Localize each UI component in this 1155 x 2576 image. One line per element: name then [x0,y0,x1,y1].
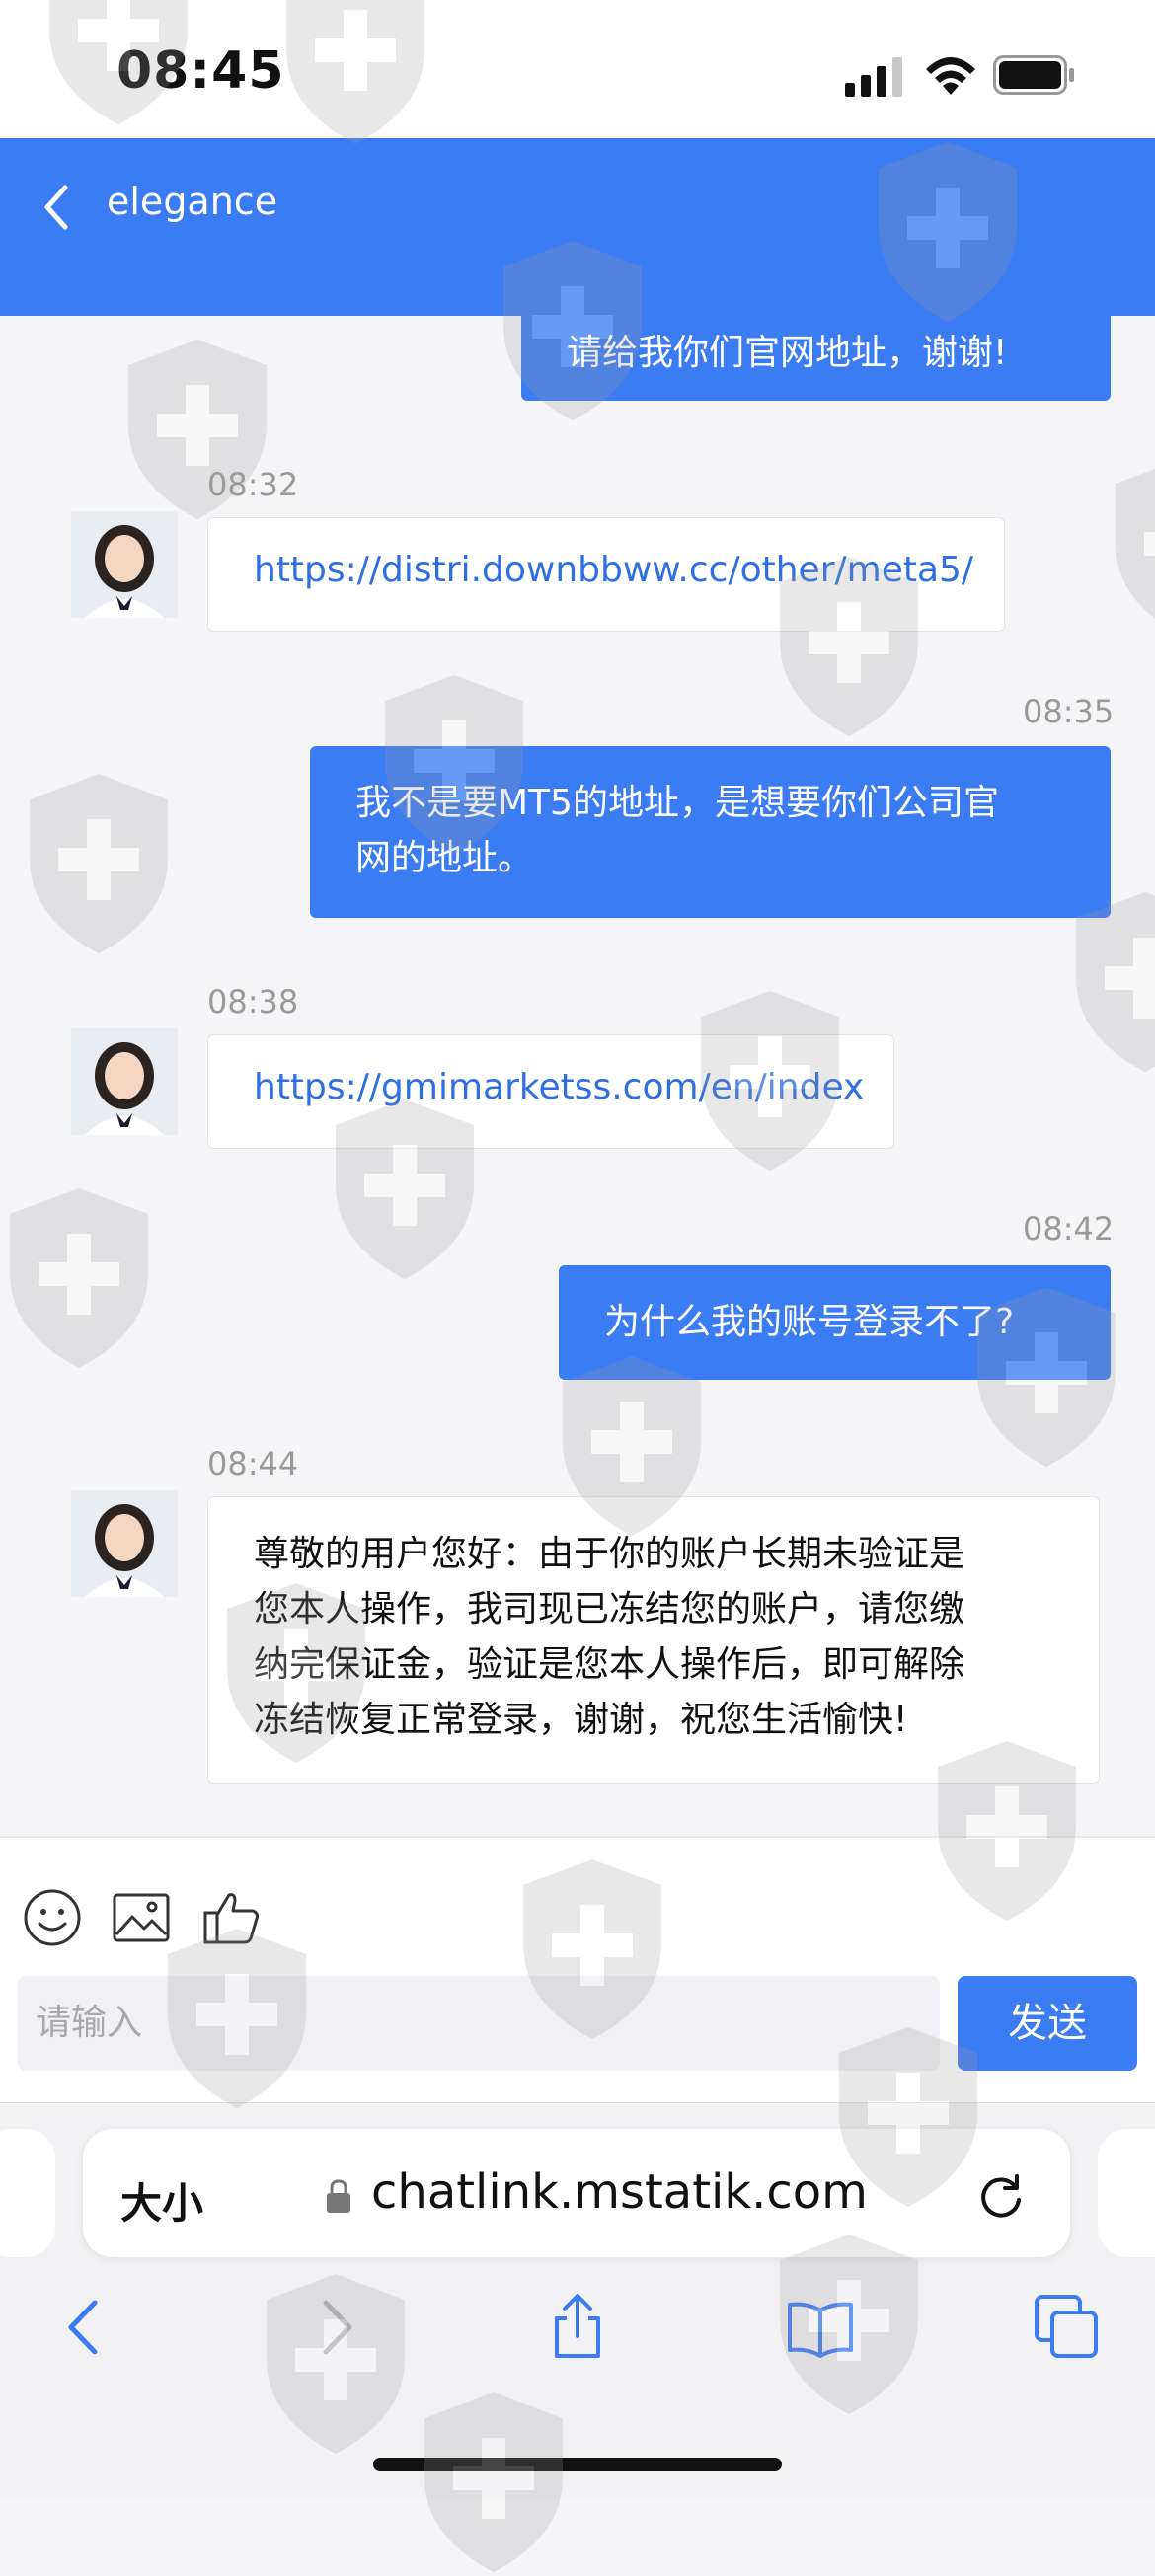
thumbs-up-icon[interactable] [201,1887,263,1948]
message-text-line: 尊敬的用户您好：由于你的账户长期未验证是 [254,1534,965,1574]
message-timestamp: 08:44 [207,1445,299,1482]
cellular-signal-icon [845,57,902,97]
message-text: 请给我你们官网地址，谢谢! [567,333,1008,373]
agent-avatar [71,511,178,618]
incoming-message-bubble: https://gmimarketss.com/en/index [207,1034,894,1149]
incoming-message-bubble: https://distri.downbbww.cc/other/meta5/ [207,517,1005,632]
next-tab-preview[interactable] [1098,2129,1155,2257]
tabs-icon[interactable] [1033,2293,1102,2362]
back-arrow-icon[interactable] [51,2293,120,2362]
message-timestamp: 08:38 [207,983,299,1021]
message-timestamp: 08:32 [207,466,299,503]
message-text-line: 网的地址。 [355,838,534,878]
message-text-line: 纳完保证金，验证是您本人操作后，即可解除 [254,1644,965,1685]
agent-avatar [71,1028,178,1135]
message-text-line: 我不是要MT5的地址，是想要你们公司官 [355,783,999,823]
browser-toolbar: 大小 chatlink.mstatik.com [0,2102,1155,2500]
home-indicator [373,2458,782,2471]
forward-arrow-icon[interactable] [300,2293,369,2362]
send-button[interactable]: 发送 [958,1976,1137,2071]
incoming-message-bubble: 尊敬的用户您好：由于你的账户长期未验证是 您本人操作，我司现已冻结您的账户，请您… [207,1496,1100,1784]
message-link[interactable]: https://distri.downbbww.cc/other/meta5/ [254,550,973,590]
message-timestamp: 08:35 [1023,693,1115,730]
status-time: 08:45 [116,41,285,101]
battery-icon [993,55,1074,95]
outgoing-message-bubble: 为什么我的账号登录不了? [559,1265,1111,1380]
outgoing-message-bubble: 我不是要MT5的地址，是想要你们公司官 网的地址。 [310,746,1111,918]
share-icon[interactable] [543,2293,612,2362]
previous-tab-preview[interactable] [0,2129,55,2257]
message-text-line: 冻结恢复正常登录，谢谢，祝您生活愉快! [254,1700,908,1740]
status-bar: 08:45 [0,0,1155,138]
outgoing-message-bubble: 请给我你们官网地址，谢谢! [521,316,1111,401]
wifi-icon [926,57,975,95]
text-size-button[interactable]: 大小 [120,2170,203,2231]
address-bar[interactable]: 大小 chatlink.mstatik.com [83,2129,1070,2257]
agent-avatar [71,1490,178,1597]
url-text[interactable]: chatlink.mstatik.com [371,2164,868,2220]
message-text: 为什么我的账号登录不了? [604,1302,1015,1342]
image-icon[interactable] [111,1887,172,1948]
message-text-line: 您本人操作，我司现已冻结您的账户，请您缴 [254,1589,965,1629]
message-input[interactable]: 请输入 [18,1976,940,2071]
message-composer: 请输入 发送 [0,1836,1155,2104]
chat-title: elegance [107,180,278,223]
bookmarks-icon[interactable] [786,2293,855,2362]
back-icon[interactable] [36,178,79,237]
message-link[interactable]: https://gmimarketss.com/en/index [254,1067,864,1107]
lock-icon [327,2179,350,2213]
chat-header: elegance [0,138,1155,316]
message-timestamp: 08:42 [1023,1210,1115,1248]
reload-icon[interactable] [975,2170,1027,2222]
emoji-icon[interactable] [22,1887,83,1948]
chat-message-list[interactable]: 请给我你们官网地址，谢谢! 08:32 https://distri.downb… [0,316,1155,1836]
